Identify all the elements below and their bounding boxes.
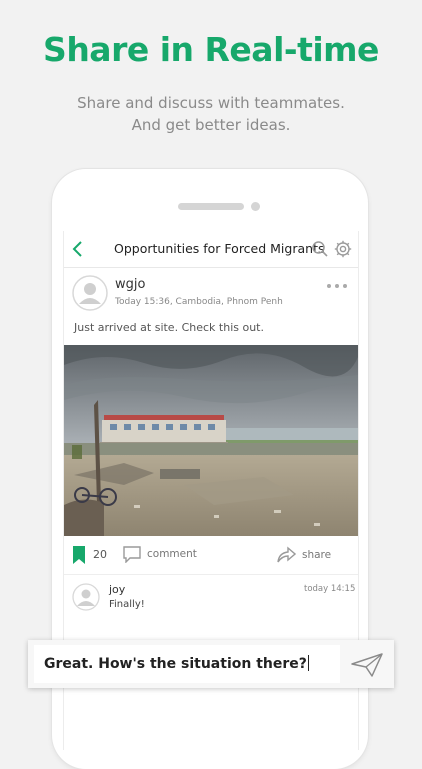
send-icon[interactable] <box>350 652 384 678</box>
post-author[interactable]: wgjo <box>115 277 145 292</box>
headline: Share in Real-time <box>43 30 379 69</box>
post-meta: Today 15:36, Cambodia, Phnom Penh <box>115 297 283 307</box>
bookmark-icon[interactable] <box>73 546 85 564</box>
comment-input[interactable]: Great. How's the situation there? <box>34 645 340 683</box>
comment-text: Finally! <box>109 599 145 610</box>
share-icon[interactable] <box>276 546 296 564</box>
phone-speaker <box>178 203 244 210</box>
bookmark-count: 20 <box>93 548 107 561</box>
more-options-icon[interactable] <box>325 281 349 291</box>
back-icon[interactable] <box>70 239 86 259</box>
top-bar: Opportunities for Forced Migrants <box>64 231 358 268</box>
comment-input-value: Great. How's the situation there? <box>44 656 307 672</box>
gear-icon[interactable] <box>334 240 352 258</box>
subtitle-line-2: And get better ideas. <box>131 116 291 134</box>
comment-button[interactable]: comment <box>147 548 197 560</box>
comment-icon[interactable] <box>123 546 141 563</box>
phone-camera <box>251 202 260 211</box>
search-icon[interactable] <box>311 240 329 258</box>
subtitle-line-1: Share and discuss with teammates. <box>77 94 345 112</box>
comment-composer: Great. How's the situation there? <box>28 640 394 688</box>
post-photo[interactable] <box>64 345 358 536</box>
author-avatar[interactable] <box>72 275 108 311</box>
text-caret <box>307 655 309 671</box>
comment-time: today 14:15 <box>304 584 356 594</box>
commenter-avatar[interactable] <box>72 583 100 611</box>
post-actions: 20 comment share <box>64 536 358 575</box>
page-title: Opportunities for Forced Migrants <box>114 241 325 256</box>
post-text: Just arrived at site. Check this out. <box>74 321 264 334</box>
comment-author[interactable]: joy <box>109 583 125 596</box>
share-button[interactable]: share <box>302 549 331 561</box>
